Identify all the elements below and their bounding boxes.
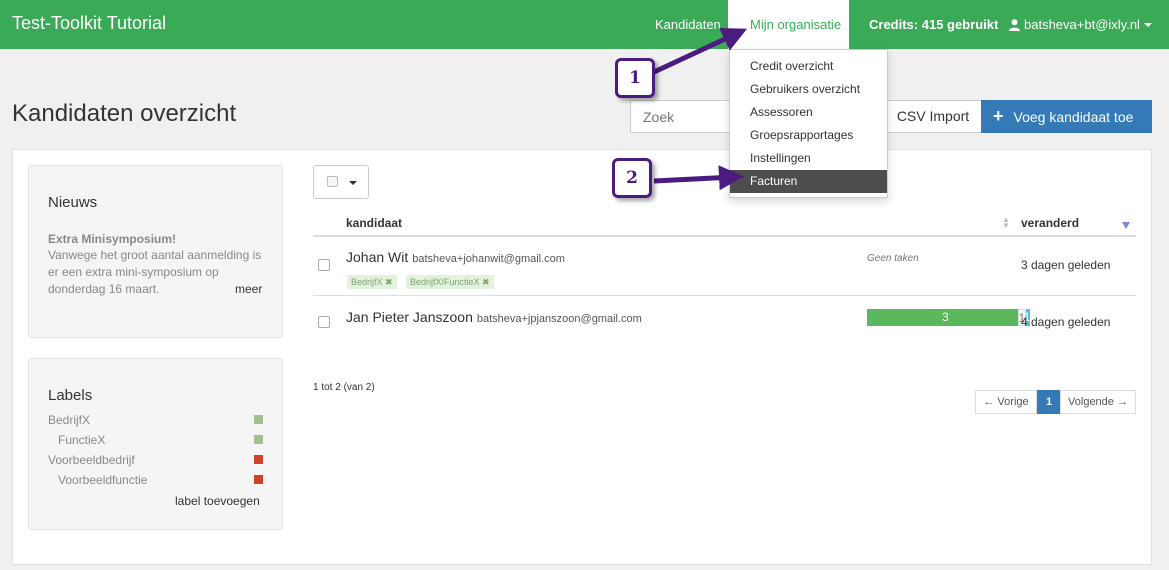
annotation-callout-2: 2 xyxy=(612,158,652,198)
annotation-arrows xyxy=(652,27,748,191)
arrow-2 xyxy=(653,165,744,191)
annotation-callout-1: 1 xyxy=(615,58,655,98)
arrow-1 xyxy=(652,27,748,75)
